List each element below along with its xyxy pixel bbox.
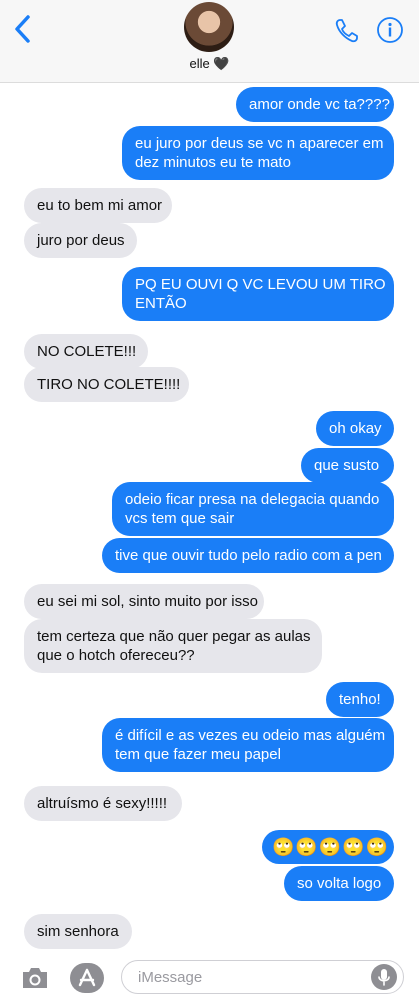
message-bubble-incoming[interactable]: sim senhora — [24, 914, 132, 949]
message-bubble-outgoing[interactable]: eu juro por deus se vc n aparecer em dez … — [122, 126, 394, 180]
message-input[interactable]: iMessage — [121, 960, 404, 994]
message-bubble-outgoing[interactable]: amor onde vc ta???? — [236, 87, 394, 122]
back-chevron-icon[interactable] — [10, 14, 36, 44]
info-icon[interactable] — [376, 16, 404, 44]
message-composer: iMessage — [0, 955, 419, 1000]
message-bubble-incoming[interactable]: tem certeza que não quer pegar as aulas q… — [24, 619, 322, 673]
message-bubble-incoming[interactable]: TIRO NO COLETE!!!! — [24, 367, 189, 402]
message-bubble-incoming[interactable]: altruísmo é sexy!!!!! — [24, 786, 182, 821]
message-bubble-incoming[interactable]: NO COLETE!!! — [24, 334, 148, 369]
message-bubble-outgoing[interactable]: PQ EU OUVI Q VC LEVOU UM TIRO ENTÃO — [122, 267, 394, 321]
camera-icon[interactable] — [20, 965, 50, 991]
message-bubble-outgoing[interactable]: odeio ficar presa na delegacia quando vcs… — [112, 482, 394, 536]
message-bubble-outgoing[interactable]: que susto — [301, 448, 394, 483]
message-bubble-incoming[interactable]: eu sei mi sol, sinto muito por isso — [24, 584, 264, 619]
message-bubble-incoming[interactable]: eu to bem mi amor — [24, 188, 172, 223]
conversation-header: elle 🖤 — [0, 0, 419, 83]
contact-avatar[interactable] — [184, 2, 234, 52]
phone-icon[interactable] — [333, 17, 361, 45]
message-input-placeholder: iMessage — [138, 969, 203, 986]
message-bubble-outgoing[interactable]: é difícil e as vezes eu odeio mas alguém… — [102, 718, 394, 772]
message-thread[interactable]: amor onde vc ta???? eu juro por deus se … — [0, 82, 419, 955]
message-bubble-outgoing[interactable]: tenho! — [326, 682, 394, 717]
message-bubble-outgoing[interactable]: tive que ouvir tudo pelo radio com a pen — [102, 538, 394, 573]
microphone-icon[interactable] — [371, 964, 397, 990]
message-bubble-outgoing[interactable]: oh okay — [316, 411, 394, 446]
message-bubble-outgoing[interactable]: so volta logo — [284, 866, 394, 901]
app-store-icon[interactable] — [70, 963, 104, 993]
message-bubble-incoming[interactable]: juro por deus — [24, 223, 137, 258]
message-bubble-outgoing[interactable]: 🙄🙄🙄🙄🙄 — [262, 830, 394, 864]
contact-name[interactable]: elle 🖤 — [0, 56, 419, 72]
